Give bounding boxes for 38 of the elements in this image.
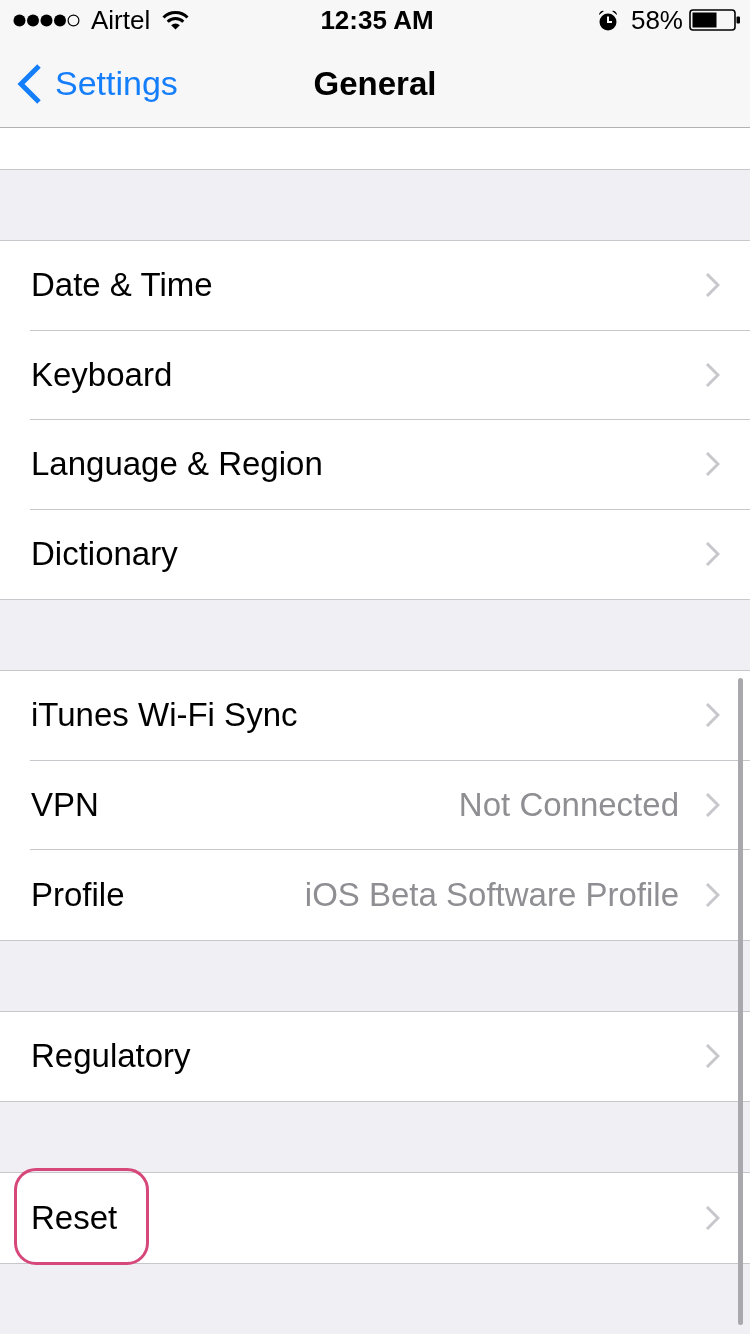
settings-row[interactable]: Date & Time — [0, 241, 750, 331]
row-label: Regulatory — [31, 1036, 191, 1077]
row-value: Not Connected — [458, 784, 679, 825]
chevron-right-icon — [705, 451, 720, 478]
row-label: Language & Region — [31, 444, 323, 485]
chevron-right-icon — [705, 272, 720, 299]
chevron-right-icon — [705, 1043, 720, 1070]
battery-icon — [689, 9, 741, 31]
wifi-icon — [162, 10, 190, 30]
carrier-name: Airtel — [91, 5, 151, 35]
chevron-right-icon — [705, 702, 720, 729]
chevron-left-icon — [17, 62, 43, 105]
settings-row[interactable]: Keyboard — [0, 330, 750, 420]
settings-row[interactable]: Profile iOS Beta Software Profile — [0, 850, 750, 940]
alarm-clock-icon — [597, 9, 618, 31]
signal-strength-icon — [13, 13, 80, 27]
nav-title: General — [313, 63, 437, 104]
row-label: iTunes Wi-Fi Sync — [31, 695, 298, 736]
row-label: Profile — [31, 874, 125, 915]
chevron-right-icon — [705, 1204, 720, 1231]
row-label: Reset — [31, 1197, 118, 1238]
settings-row[interactable]: Regulatory — [0, 1011, 750, 1101]
settings-row[interactable]: VPN Not Connected — [0, 760, 750, 850]
chevron-right-icon — [705, 541, 720, 568]
chevron-right-icon — [705, 881, 720, 908]
battery-percent: 58% — [630, 5, 683, 35]
status-time: 12:35 AM — [320, 5, 434, 35]
back-button[interactable]: Settings — [17, 62, 178, 105]
row-label: Date & Time — [31, 265, 213, 306]
settings-row[interactable]: Dictionary — [0, 509, 750, 599]
row-label: Dictionary — [31, 534, 178, 575]
row-value: iOS Beta Software Profile — [304, 874, 679, 915]
chevron-right-icon — [705, 791, 720, 818]
settings-row[interactable]: iTunes Wi-Fi Sync — [0, 671, 750, 761]
row-label: VPN — [31, 784, 99, 825]
settings-row[interactable]: Language & Region — [0, 420, 750, 510]
chevron-right-icon — [705, 361, 720, 388]
row-label: Keyboard — [31, 354, 173, 395]
